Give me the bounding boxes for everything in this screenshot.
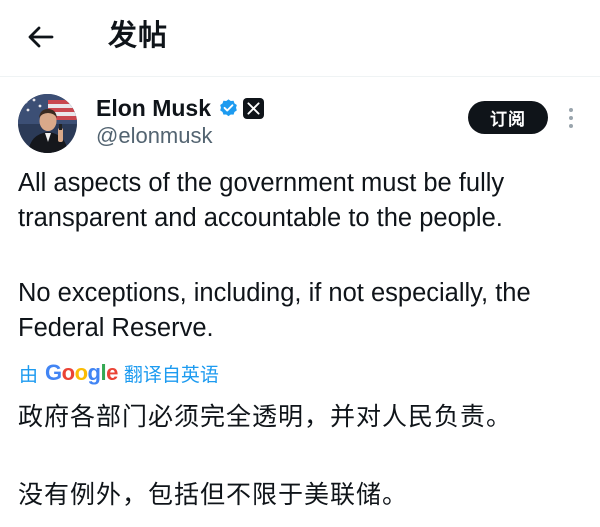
google-letter: o [61, 360, 75, 385]
author-info: Elon Musk [96, 93, 265, 123]
tweet-paragraph: All aspects of the government must be fu… [18, 169, 505, 232]
x-logo-icon[interactable] [243, 97, 265, 119]
translated-paragraph: 政府各部门必须完全透明，并对人民负责。 [18, 403, 513, 431]
translation-suffix: 翻译自英语 [123, 364, 219, 386]
back-button[interactable] [24, 20, 58, 54]
translation-attribution[interactable]: 由 Google 翻译自英语 [19, 359, 219, 387]
verified-badge-icon[interactable] [218, 98, 239, 119]
author-handle[interactable]: @elonmusk [96, 123, 213, 149]
header-divider [0, 76, 600, 77]
page-title: 发帖 [108, 20, 169, 52]
dot [569, 116, 573, 120]
subscribe-button[interactable]: 订阅 [468, 101, 548, 134]
top-bar: 发帖 [0, 0, 600, 76]
avatar[interactable] [18, 94, 77, 153]
translation-prefix: 由 [19, 364, 39, 386]
arrow-left-icon [28, 26, 54, 48]
tweet-paragraph: No exceptions, including, if not especia… [18, 279, 531, 342]
author-name[interactable]: Elon Musk [96, 94, 211, 122]
google-logo: Google [45, 360, 118, 386]
google-letter: g [87, 360, 101, 385]
google-letter: G [45, 360, 62, 385]
dot [569, 108, 573, 112]
more-vertical-icon[interactable] [560, 104, 582, 132]
translated-paragraph: 没有例外，包括但不限于美联储。 [18, 481, 409, 509]
google-letter: e [106, 360, 118, 385]
google-letter: o [74, 360, 88, 385]
dot [569, 124, 573, 128]
